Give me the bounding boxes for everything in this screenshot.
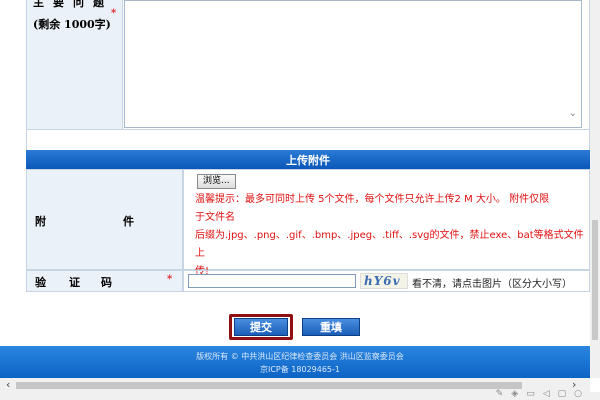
tip-line: 后缀为.jpg、.png、.gif、.bmp、.jpeg、.tiff、.svg的… [195, 230, 584, 259]
horizontal-scrollbar-thumb[interactable] [16, 382, 522, 389]
attachments-label-left: 附 [35, 215, 46, 228]
browse-button[interactable]: 浏览... [197, 174, 236, 189]
vertical-scrollbar-thumb[interactable] [592, 220, 598, 340]
button-row: 提交 重填 [0, 312, 600, 342]
status-icons: ✎◈▭◁▢○ [496, 389, 590, 399]
vertical-scrollbar[interactable] [590, 0, 600, 378]
captcha-label-cell: 验 证 码 * [26, 270, 183, 292]
speaker-icon[interactable]: ◁ [543, 389, 558, 399]
remaining-count: (剩余 1000字) [33, 18, 111, 31]
captcha-label-char: 证 [69, 276, 80, 289]
spacer-row [26, 130, 590, 150]
attachments-label-right: 件 [123, 215, 134, 228]
chevron-down-icon[interactable]: ⌄ [569, 108, 577, 119]
required-mark: * [111, 8, 117, 19]
window-icon[interactable]: ▢ [558, 389, 575, 399]
section-title: 上传附件 [286, 153, 330, 167]
problem-label: 主要问题 [33, 0, 113, 9]
problem-textarea[interactable]: ⌄ [124, 0, 582, 128]
captcha-value-cell: hY6v 看不清，请点击图片（区分大小写） [183, 270, 590, 292]
problem-label-cell: 主要问题 * (剩余 1000字) [27, 0, 123, 129]
captcha-input[interactable] [188, 274, 356, 288]
problem-row: 主要问题 * (剩余 1000字) ⌄ [26, 0, 590, 130]
scroll-left-icon[interactable]: ‹ [6, 378, 10, 391]
captcha-label-char: 码 [101, 276, 112, 289]
icp-text: 京ICP备 18029465-1 [259, 365, 340, 374]
captcha-label-char: 验 [35, 276, 46, 289]
attachments-value-cell: 浏览... 温馨提示：最多可同时上传 5个文件，每个文件只允许上传2 M 大小。… [183, 169, 590, 277]
search-icon[interactable]: ○ [574, 389, 590, 399]
tip-line: 于文件名 [195, 212, 235, 223]
submit-button[interactable]: 提交 [234, 318, 288, 336]
attachments-section-header: 上传附件 [26, 150, 590, 169]
captcha-hint: 看不清，请点击图片（区分大小写） [412, 279, 572, 290]
captcha-image[interactable]: hY6v [360, 273, 408, 289]
attachments-label-cell: 附 件 [26, 169, 183, 270]
tip-line: 温馨提示：最多可同时上传 5个文件，每个文件只允许上传2 M 大小。 附件仅限 [195, 194, 550, 205]
upload-tip: 温馨提示：最多可同时上传 5个文件，每个文件只允许上传2 M 大小。 附件仅限 … [195, 191, 587, 281]
copyright-text: 版权所有 © 中共洪山区纪律检查委员会 洪山区监察委员会 [196, 352, 404, 361]
reset-button[interactable]: 重填 [302, 318, 360, 336]
required-mark: * [167, 274, 173, 285]
footer: 版权所有 © 中共洪山区纪律检查委员会 洪山区监察委员会 京ICP备 18029… [0, 346, 600, 378]
trash-icon[interactable]: ▭ [526, 389, 543, 399]
pen-icon[interactable]: ✎ [496, 389, 512, 399]
shield-icon[interactable]: ◈ [511, 389, 526, 399]
status-bar: ✎◈▭◁▢○ [0, 389, 600, 400]
